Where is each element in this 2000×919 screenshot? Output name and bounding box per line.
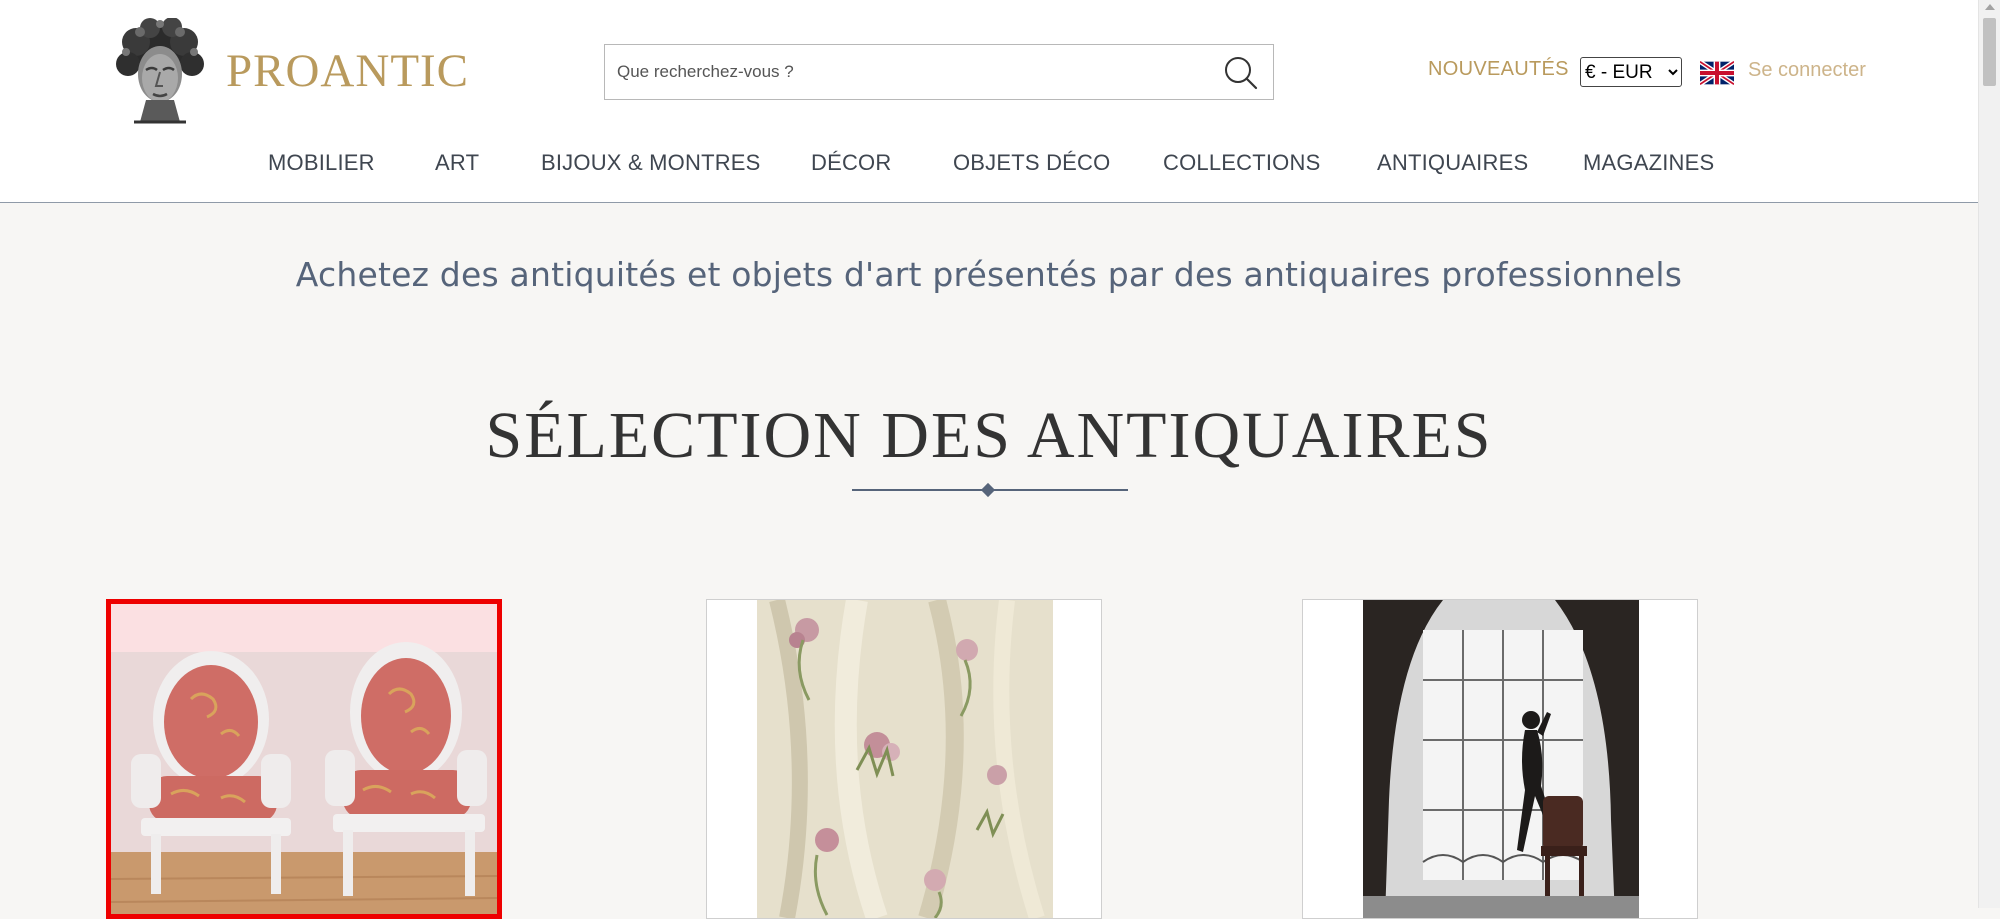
armchairs-image	[111, 604, 497, 914]
sculpted-head-logo-icon	[116, 18, 204, 124]
site-header: PROANTIC NOUVEAUTÉS € - EUR Se connecter…	[0, 0, 1978, 203]
brand-name: PROANTIC	[226, 45, 470, 97]
hero-tagline: Achetez des antiquités et objets d'art p…	[295, 255, 1683, 294]
nav-item-magazines[interactable]: MAGAZINES	[1583, 150, 1714, 176]
new-arrivals-link[interactable]: NOUVEAUTÉS	[1428, 58, 1569, 81]
nav-item-mobilier[interactable]: MOBILIER	[268, 150, 375, 176]
selection-card-3[interactable]	[1302, 599, 1698, 919]
main-nav: MOBILIER ART BIJOUX & MONTRES DÉCOR OBJE…	[0, 150, 1978, 180]
nav-item-objets-deco[interactable]: OBJETS DÉCO	[953, 150, 1110, 176]
silhouette-photo-image	[1303, 600, 1697, 918]
search-icon	[1225, 57, 1258, 90]
nav-item-bijoux-montres[interactable]: BIJOUX & MONTRES	[541, 150, 761, 176]
search-input[interactable]	[605, 45, 1205, 99]
uk-flag-icon[interactable]	[1700, 60, 1734, 86]
scrollbar-thumb[interactable]	[1983, 18, 1996, 86]
selection-title: SÉLECTION DES ANTIQUAIRES	[485, 399, 1493, 472]
search-bar	[604, 44, 1274, 100]
login-link[interactable]: Se connecter	[1748, 59, 1866, 82]
scroll-up-arrow-icon[interactable]	[1985, 4, 1995, 10]
nav-item-decor[interactable]: DÉCOR	[811, 150, 891, 176]
floral-fabric-image	[707, 600, 1101, 918]
page-scrollbar[interactable]	[1978, 0, 2000, 908]
nav-item-collections[interactable]: COLLECTIONS	[1163, 150, 1320, 176]
logo-link[interactable]: PROANTIC	[110, 18, 469, 124]
currency-select[interactable]: € - EUR	[1580, 57, 1682, 87]
selection-card-2[interactable]	[706, 599, 1102, 919]
nav-item-art[interactable]: ART	[435, 150, 479, 176]
nav-item-antiquaires[interactable]: ANTIQUAIRES	[1377, 150, 1528, 176]
selection-card-1[interactable]	[106, 599, 502, 919]
search-button[interactable]	[1221, 54, 1259, 92]
title-divider-diamond	[980, 482, 996, 498]
